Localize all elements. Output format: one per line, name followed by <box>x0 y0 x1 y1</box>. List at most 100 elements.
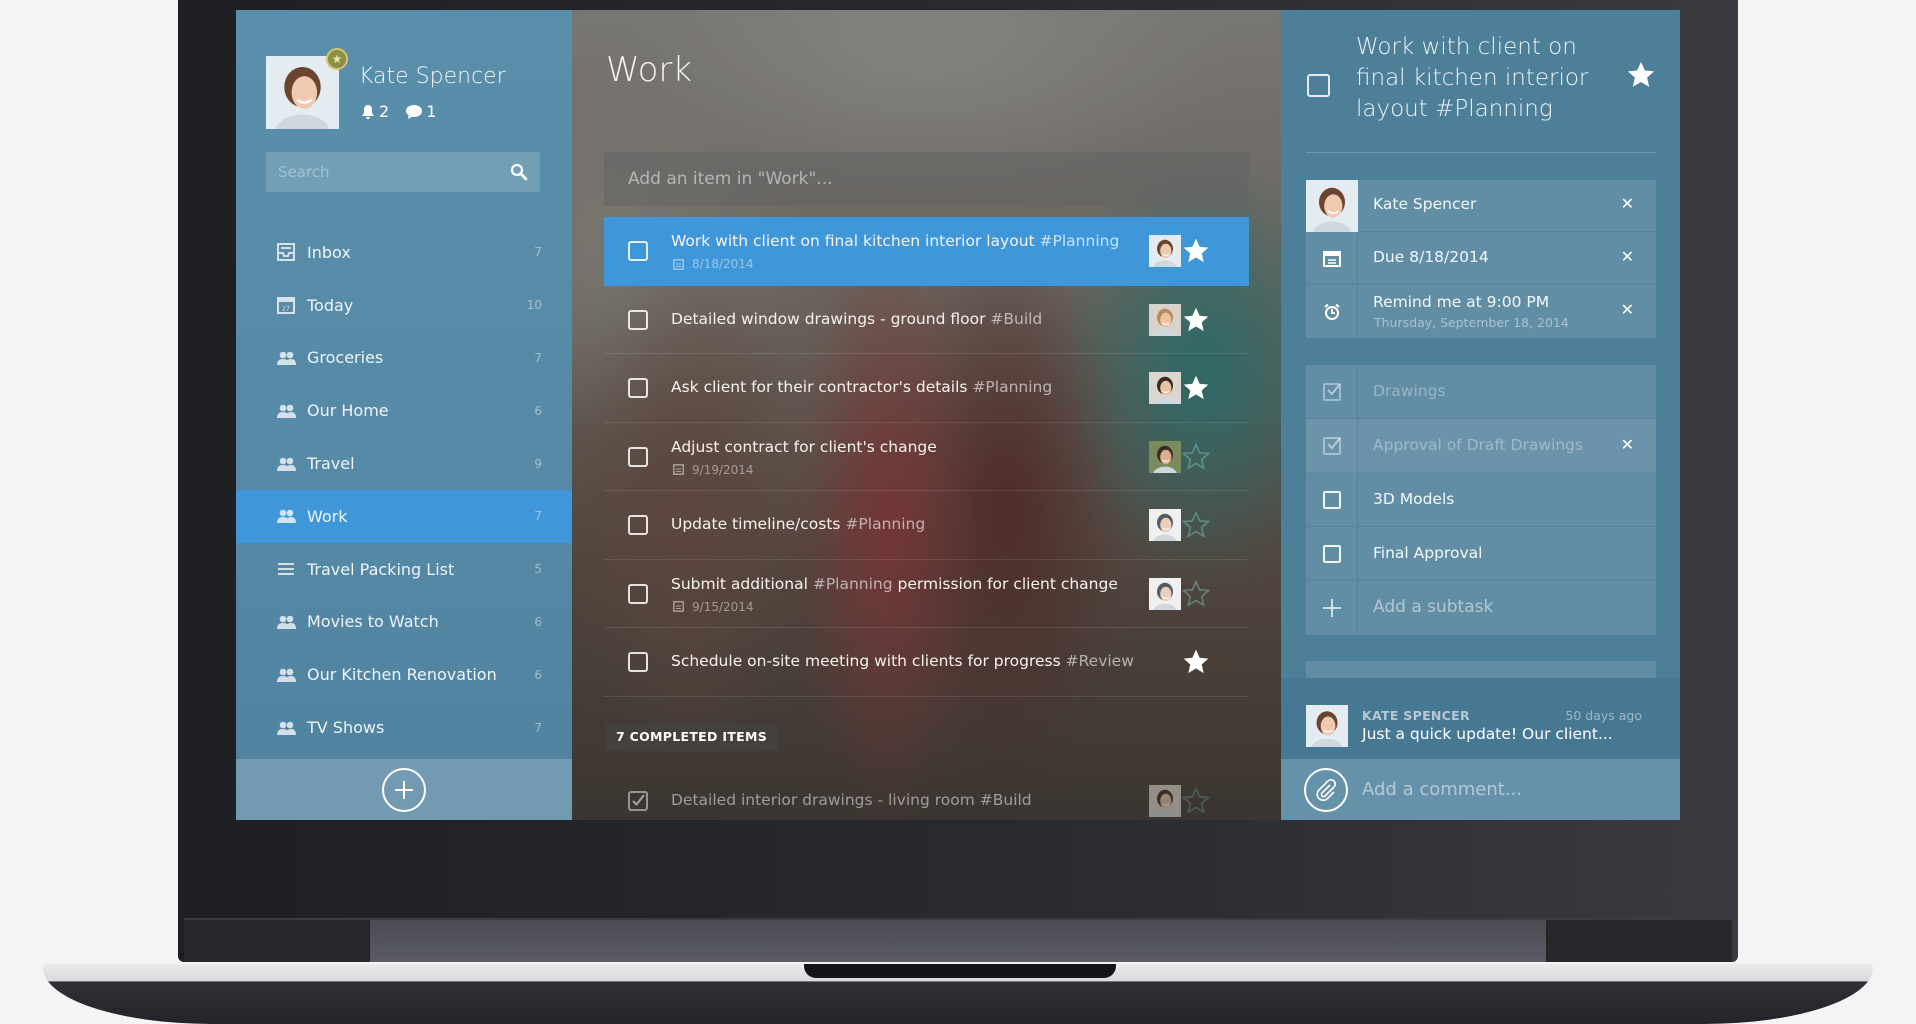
notifications-button[interactable]: 2 <box>360 102 389 121</box>
check-icon <box>1326 436 1341 449</box>
task-row[interactable]: Work with client on final kitchen interi… <box>604 217 1249 286</box>
subtask-row[interactable]: 3D Models <box>1306 473 1656 527</box>
person-photo <box>1306 705 1348 747</box>
subtask-row[interactable]: Final Approval <box>1306 527 1656 581</box>
due-date-label: Due 8/18/2014 <box>1373 248 1489 266</box>
hashtag[interactable]: #Build <box>990 310 1042 328</box>
sidebar-item-label: Groceries <box>307 348 384 368</box>
subtask-checkbox[interactable] <box>1322 436 1341 455</box>
task-row[interactable]: Update timeline/costs #Planning <box>604 491 1249 560</box>
hashtag[interactable]: #Planning <box>972 378 1052 396</box>
hashtag[interactable]: #Planning <box>845 515 925 533</box>
add-item-input[interactable] <box>628 169 1228 189</box>
sidebar-item-our-kitchen-renovation[interactable]: Our Kitchen Renovation 6 <box>236 648 572 701</box>
hashtag[interactable]: #Planning <box>1040 232 1120 250</box>
sidebar-item-count: 7 <box>534 245 542 260</box>
star-outline-icon[interactable] <box>1182 579 1210 608</box>
user-avatar[interactable] <box>266 56 339 129</box>
person-photo <box>1149 785 1181 817</box>
subtask-checkbox[interactable] <box>1322 382 1341 401</box>
sidebar-item-label: Inbox <box>307 242 351 262</box>
add-subtask-row[interactable]: Add a subtask <box>1306 581 1656 635</box>
star-filled-icon[interactable] <box>1182 374 1210 402</box>
subtask-row[interactable]: Approval of Draft Drawings ✕ <box>1306 419 1656 473</box>
list-title: Work <box>606 50 693 90</box>
sidebar-item-label: Travel Packing List <box>307 559 455 579</box>
paperclip-icon <box>1316 778 1337 801</box>
list-navigation: Inbox 7 27 Today 10 Groceries 7 Our Home 6 Travel… <box>236 226 572 754</box>
task-checkbox[interactable] <box>628 241 648 261</box>
remove-assignee-close-icon[interactable]: ✕ <box>1621 194 1634 213</box>
sidebar-item-our-home[interactable]: Our Home 6 <box>236 384 572 437</box>
sidebar-item-label: Today <box>307 295 354 315</box>
subtask-row[interactable]: Drawings <box>1306 365 1656 419</box>
due-date-row[interactable]: Due 8/18/2014 ✕ <box>1306 233 1656 285</box>
laptop-notch <box>804 964 1116 978</box>
search-input[interactable] <box>278 163 478 181</box>
alarm-clock-icon <box>1323 303 1340 320</box>
sidebar-item-inbox[interactable]: Inbox 7 <box>236 226 572 279</box>
attach-file-button[interactable] <box>1304 767 1348 812</box>
search-icon[interactable] <box>510 163 528 181</box>
calendar-icon: 27 <box>277 297 295 315</box>
sidebar-item-count: 10 <box>526 298 542 313</box>
completed-task-row[interactable]: Detailed interior drawings - living room… <box>604 767 1249 820</box>
comment-text[interactable]: Just a quick update! Our client... <box>1362 725 1613 743</box>
hashtag[interactable]: #Planning <box>813 575 893 593</box>
task-row[interactable]: Submit additional #Planning permission f… <box>604 560 1249 628</box>
subtask-checkbox[interactable] <box>1322 544 1341 563</box>
sidebar-item-label: Work <box>307 506 348 526</box>
task-checkbox[interactable] <box>628 652 648 672</box>
task-checkbox[interactable] <box>628 515 648 535</box>
sidebar-item-count: 9 <box>534 456 542 471</box>
task-checkbox[interactable] <box>628 583 648 604</box>
sidebar-item-label: Travel <box>307 454 355 474</box>
detail-complete-checkbox[interactable] <box>1307 74 1330 97</box>
star-filled-icon[interactable] <box>1182 306 1210 334</box>
star-outline-icon[interactable] <box>1182 511 1210 539</box>
completed-items-toggle[interactable]: 7 COMPLETED ITEMS <box>606 723 778 751</box>
task-row[interactable]: Ask client for their contractor's detail… <box>604 354 1249 423</box>
person-photo <box>1149 303 1181 336</box>
task-checkbox[interactable] <box>628 378 648 398</box>
sidebar-item-work[interactable]: Work 7 <box>236 489 572 543</box>
star-icon[interactable] <box>1626 60 1656 90</box>
add-list-button[interactable] <box>382 767 426 812</box>
messages-button[interactable]: 1 <box>405 102 436 121</box>
task-title: Ask client for their contractor's detail… <box>671 378 1053 396</box>
star-outline-icon[interactable] <box>1182 787 1210 815</box>
task-checkbox[interactable] <box>628 446 648 467</box>
task-title: Schedule on-site meeting with clients fo… <box>671 652 1134 670</box>
reminder-row[interactable]: Remind me at 9:00 PM Thursday, September… <box>1306 286 1656 338</box>
subtask-checkbox[interactable] <box>1322 490 1341 509</box>
sidebar-item-movies-to-watch[interactable]: Movies to Watch 6 <box>236 596 572 649</box>
sidebar-item-travel[interactable]: Travel 9 <box>236 437 572 490</box>
assignee-avatar <box>1149 372 1181 404</box>
delete-subtask-close-icon[interactable]: ✕ <box>1621 435 1634 454</box>
task-row[interactable]: Adjust contract for client's change 9/19… <box>604 423 1249 491</box>
add-comment-bar <box>1281 759 1680 820</box>
task-meta-card: Kate Spencer ✕ Due 8/18/2014 ✕ Remind me… <box>1306 180 1656 338</box>
plus-icon <box>1322 599 1341 617</box>
sidebar-item-travel-packing-list[interactable]: Travel Packing List 5 <box>236 543 572 596</box>
assignee-row[interactable]: Kate Spencer ✕ <box>1306 180 1656 232</box>
sidebar-footer <box>236 759 572 820</box>
star-outline-icon[interactable] <box>1182 442 1210 471</box>
hashtag[interactable]: #Review <box>1066 652 1134 670</box>
check-icon <box>1326 382 1341 395</box>
star-filled-icon[interactable] <box>1182 648 1210 676</box>
task-due-date: 8/18/2014 <box>673 257 754 271</box>
star-filled-icon[interactable] <box>1182 237 1210 265</box>
user-name[interactable]: Kate Spencer <box>359 64 506 89</box>
task-row[interactable]: Detailed window drawings - ground floor … <box>604 286 1249 354</box>
task-checkbox[interactable] <box>628 309 648 330</box>
sidebar-item-groceries[interactable]: Groceries 7 <box>236 332 572 385</box>
sidebar-item-today[interactable]: 27 Today 10 <box>236 279 572 332</box>
remove-due-close-icon[interactable]: ✕ <box>1621 247 1634 266</box>
detail-task-title[interactable]: Work with client on final kitchen interi… <box>1356 32 1606 125</box>
task-row[interactable]: Schedule on-site meeting with clients fo… <box>604 628 1249 697</box>
add-comment-input[interactable] <box>1362 779 1662 800</box>
sidebar-item-tv-shows[interactable]: TV Shows 7 <box>236 701 572 754</box>
remove-reminder-close-icon[interactable]: ✕ <box>1621 300 1634 319</box>
completed-checkbox[interactable] <box>628 791 648 811</box>
